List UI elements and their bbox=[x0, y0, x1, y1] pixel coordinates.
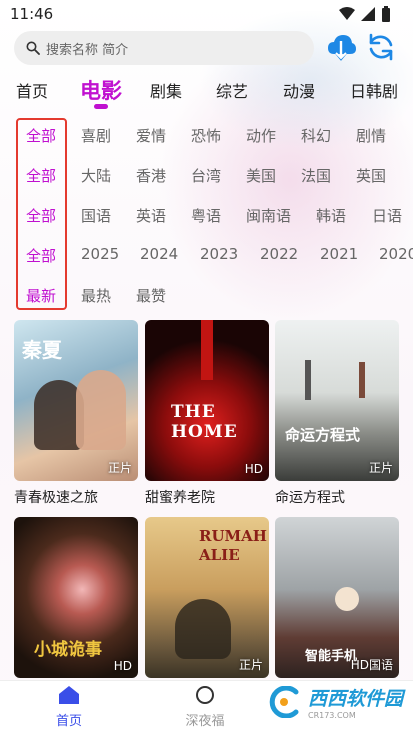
compass-icon bbox=[196, 686, 214, 704]
filter-lang-japanese[interactable]: 日语 bbox=[372, 205, 402, 226]
movie-poster: 秦夏 正片 bbox=[14, 320, 138, 481]
movie-title: 青春极速之旅 bbox=[14, 490, 98, 506]
cloud-download-icon[interactable] bbox=[326, 32, 356, 62]
filter-year-2023[interactable]: 2023 bbox=[200, 245, 238, 263]
quality-badge: HD bbox=[244, 462, 263, 476]
filter-genre-all[interactable]: 全部 bbox=[26, 125, 56, 146]
category-tabs: 首页 电影 剧集 综艺 动漫 日韩剧 bbox=[0, 76, 413, 106]
poster-title: RUMAH ALIE bbox=[199, 527, 267, 564]
filter-region-all[interactable]: 全部 bbox=[26, 165, 56, 186]
filter-year-2024[interactable]: 2024 bbox=[140, 245, 178, 263]
filter-year-2025[interactable]: 2025 bbox=[81, 245, 119, 263]
wifi-icon bbox=[339, 7, 355, 20]
sort-latest[interactable]: 最新 bbox=[26, 285, 56, 306]
active-tab-indicator bbox=[94, 104, 108, 109]
search-input[interactable]: 搜索名称 简介 bbox=[14, 31, 314, 65]
filter-genre-drama[interactable]: 剧情 bbox=[356, 125, 386, 146]
status-bar: 11:46 bbox=[0, 0, 413, 28]
tab-series[interactable]: 剧集 bbox=[150, 78, 182, 102]
filter-year-2020[interactable]: 2020 bbox=[379, 245, 413, 263]
watermark-logo-icon bbox=[269, 686, 299, 718]
movie-card[interactable]: 秦夏 正片 青春极速之旅 bbox=[14, 320, 138, 507]
tab-jp-kr-drama[interactable]: 日韩剧 bbox=[350, 78, 398, 102]
filter-genre-action[interactable]: 动作 bbox=[246, 125, 276, 146]
tab-movies[interactable]: 电影 bbox=[80, 75, 122, 105]
quality-badge: 正片 bbox=[238, 658, 263, 672]
filter-row-language: 全部 国语 英语 粤语 闽南语 韩语 日语 bbox=[0, 205, 413, 229]
filter-row-year: 全部 2025 2024 2023 2022 2021 2020 bbox=[0, 245, 413, 269]
sort-most-liked[interactable]: 最赞 bbox=[136, 285, 166, 306]
filter-genre-scifi[interactable]: 科幻 bbox=[301, 125, 331, 146]
watermark-url: CR173.COM bbox=[307, 711, 356, 720]
movie-poster: THE HOME HD bbox=[145, 320, 269, 481]
quality-badge: 正片 bbox=[368, 461, 393, 475]
home-icon bbox=[59, 686, 79, 704]
nav-second[interactable]: 深夜福 bbox=[175, 685, 235, 729]
battery-icon bbox=[382, 6, 390, 22]
site-watermark: 西西软件园 CR173.COM bbox=[266, 684, 403, 720]
poster-title: THE HOME bbox=[171, 402, 238, 442]
movie-card[interactable]: 智能手机 HD国语 bbox=[275, 517, 399, 684]
filter-row-region: 全部 大陆 香港 台湾 美国 法国 英国 bbox=[0, 165, 413, 189]
status-time: 11:46 bbox=[10, 5, 54, 23]
filter-year-2022[interactable]: 2022 bbox=[260, 245, 298, 263]
nav-home-label: 首页 bbox=[55, 714, 82, 729]
filter-genre-comedy[interactable]: 喜剧 bbox=[81, 125, 111, 146]
movie-poster: 小城诡事 HD bbox=[14, 517, 138, 678]
movie-card[interactable]: 小城诡事 HD bbox=[14, 517, 138, 684]
poster-title: 秦夏 bbox=[22, 338, 62, 362]
nav-second-label: 深夜福 bbox=[185, 714, 225, 729]
watermark-name: 西西软件园 bbox=[307, 688, 403, 710]
filter-region-uk[interactable]: 英国 bbox=[356, 165, 386, 186]
filter-region-taiwan[interactable]: 台湾 bbox=[191, 165, 221, 186]
sort-hottest[interactable]: 最热 bbox=[81, 285, 111, 306]
movie-card[interactable]: THE HOME HD 甜蜜养老院 bbox=[145, 320, 269, 507]
filter-region-hongkong[interactable]: 香港 bbox=[136, 165, 166, 186]
filter-region-usa[interactable]: 美国 bbox=[246, 165, 276, 186]
movie-poster: 命运方程式 正片 bbox=[275, 320, 399, 481]
movie-card[interactable]: RUMAH ALIE 正片 bbox=[145, 517, 269, 684]
search-placeholder: 搜索名称 简介 bbox=[46, 42, 129, 58]
poster-title: 命运方程式 bbox=[285, 426, 361, 444]
filter-row-sort: 最新 最热 最赞 bbox=[0, 285, 413, 309]
signal-icon bbox=[361, 7, 375, 21]
movie-card[interactable]: 命运方程式 正片 命运方程式 bbox=[275, 320, 399, 507]
movie-poster: 智能手机 HD国语 bbox=[275, 517, 399, 678]
filter-genre-horror[interactable]: 恐怖 bbox=[191, 125, 221, 146]
filter-lang-cantonese[interactable]: 粤语 bbox=[191, 205, 221, 226]
tab-variety[interactable]: 综艺 bbox=[216, 78, 248, 102]
filter-region-mainland[interactable]: 大陆 bbox=[81, 165, 111, 186]
filter-lang-all[interactable]: 全部 bbox=[26, 205, 56, 226]
filter-year-all[interactable]: 全部 bbox=[26, 245, 56, 266]
filter-region-france[interactable]: 法国 bbox=[301, 165, 331, 186]
filter-year-2021[interactable]: 2021 bbox=[320, 245, 358, 263]
filter-row-genre: 全部 喜剧 爱情 恐怖 动作 科幻 剧情 bbox=[0, 125, 413, 149]
nav-home[interactable]: 首页 bbox=[39, 685, 99, 729]
filter-lang-mandarin[interactable]: 国语 bbox=[81, 205, 111, 226]
quality-badge: HD国语 bbox=[350, 658, 393, 672]
filter-genre-romance[interactable]: 爱情 bbox=[136, 125, 166, 146]
poster-title: 小城诡事 bbox=[34, 640, 102, 660]
search-icon bbox=[26, 41, 40, 55]
refresh-icon[interactable] bbox=[366, 32, 396, 62]
tab-home[interactable]: 首页 bbox=[16, 78, 48, 102]
quality-badge: HD bbox=[113, 659, 132, 673]
quality-badge: 正片 bbox=[107, 461, 132, 475]
movie-poster: RUMAH ALIE 正片 bbox=[145, 517, 269, 678]
filter-lang-english[interactable]: 英语 bbox=[136, 205, 166, 226]
filter-lang-minnan[interactable]: 闽南语 bbox=[246, 205, 291, 226]
movie-title: 甜蜜养老院 bbox=[145, 490, 215, 506]
filter-lang-korean[interactable]: 韩语 bbox=[316, 205, 346, 226]
tab-anime[interactable]: 动漫 bbox=[283, 78, 315, 102]
movie-title: 命运方程式 bbox=[275, 490, 345, 506]
poster-title: 智能手机 bbox=[305, 649, 358, 664]
